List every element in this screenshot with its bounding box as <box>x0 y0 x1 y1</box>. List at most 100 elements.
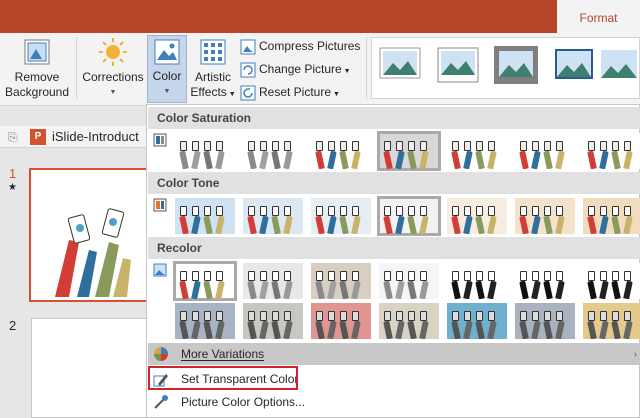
phone-shape <box>272 206 279 216</box>
hand-shape <box>451 215 461 234</box>
hand-shape <box>519 215 529 234</box>
color-variation-thumb[interactable] <box>379 303 439 339</box>
hand-shape <box>259 280 269 299</box>
color-variation-thumb[interactable] <box>515 198 575 234</box>
color-button[interactable]: Color ▼ <box>147 35 187 103</box>
color-variation-thumb[interactable] <box>175 198 235 234</box>
phone-shape <box>452 311 459 321</box>
picture-style-thumb[interactable] <box>552 46 596 84</box>
picture-style-thumb[interactable] <box>378 46 422 84</box>
color-variation-thumb[interactable] <box>175 133 235 169</box>
hand-shape <box>351 215 361 234</box>
phone-shape <box>612 141 619 151</box>
hand-shape <box>419 280 429 299</box>
phone-shape <box>520 206 527 216</box>
color-variation-thumb[interactable] <box>447 133 507 169</box>
slide-2-thumbnail[interactable] <box>31 318 148 418</box>
hand-shape <box>599 215 609 234</box>
color-variation-thumb[interactable] <box>583 263 640 299</box>
hand-shape <box>259 150 269 169</box>
color-variation-thumb[interactable] <box>243 133 303 169</box>
hand-shape <box>611 320 621 339</box>
color-variation-thumb[interactable] <box>447 263 507 299</box>
color-variation-thumb[interactable] <box>311 133 371 169</box>
picture-style-thumb[interactable] <box>598 46 638 84</box>
color-variation-thumb[interactable] <box>175 303 235 339</box>
reset-picture-button[interactable]: Reset Picture ▼ <box>240 82 340 102</box>
remove-background-button[interactable]: Remove Background <box>2 37 72 100</box>
file-tab-label: iSlide-Introduct <box>52 129 139 144</box>
color-variation-thumb[interactable] <box>173 261 237 301</box>
hand-shape <box>315 320 325 339</box>
color-saturation-header: Color Saturation <box>148 107 640 129</box>
phone-shape <box>600 206 607 216</box>
color-variation-thumb[interactable] <box>243 263 303 299</box>
picture-color-options-item[interactable]: Picture Color Options... <box>148 391 640 413</box>
ribbon: Remove Background Corrections ▼ Color ▼ <box>0 33 640 106</box>
hand-shape <box>247 280 257 299</box>
phone-shape <box>192 141 199 151</box>
phone-shape <box>352 311 359 321</box>
color-picture-icon <box>154 39 180 65</box>
color-variation-thumb[interactable] <box>377 131 441 171</box>
file-tab[interactable]: ⎘ P iSlide-Introduct <box>0 126 148 148</box>
phone-shape <box>216 141 223 151</box>
hand-shape <box>543 320 553 339</box>
color-saturation-icon <box>153 133 167 147</box>
color-variation-thumb[interactable] <box>515 263 575 299</box>
phone-shape <box>204 311 211 321</box>
hand-shape <box>475 215 485 234</box>
tab-format[interactable]: Format <box>557 0 640 33</box>
phone-shape <box>488 271 495 281</box>
hand-shape <box>315 215 325 234</box>
hand-shape <box>543 150 553 169</box>
color-variation-thumb[interactable] <box>583 133 640 169</box>
color-variation-thumb[interactable] <box>515 303 575 339</box>
artistic-effects-icon <box>200 39 226 65</box>
phone-shape <box>600 311 607 321</box>
phone-shape <box>340 206 347 216</box>
hand-shape <box>271 280 281 299</box>
color-variation-thumb[interactable] <box>311 303 371 339</box>
compress-pictures-button[interactable]: Compress Pictures <box>240 36 360 56</box>
color-variation-thumb[interactable] <box>243 303 303 339</box>
corrections-button[interactable]: Corrections ▼ <box>80 37 146 100</box>
color-variation-thumb[interactable] <box>447 198 507 234</box>
reset-picture-icon <box>240 85 256 101</box>
hand-shape <box>587 150 597 169</box>
hand-shape <box>611 280 621 299</box>
hand-shape <box>543 215 553 234</box>
color-variation-thumb[interactable] <box>311 263 371 299</box>
color-variation-thumb[interactable] <box>583 198 640 234</box>
chevron-down-icon: ▼ <box>331 91 340 98</box>
phone-shape <box>272 271 279 281</box>
phone-shape <box>260 141 267 151</box>
phone-shape <box>588 206 595 216</box>
color-variation-thumb[interactable] <box>515 133 575 169</box>
change-picture-button[interactable]: Change Picture ▼ <box>240 59 351 79</box>
hand-shape <box>383 215 393 234</box>
picture-style-thumb[interactable] <box>436 46 480 84</box>
more-variations-item[interactable]: More Variations › <box>148 343 640 365</box>
color-variation-thumb[interactable] <box>377 196 441 236</box>
phone-shape <box>384 311 391 321</box>
color-variation-thumb[interactable] <box>583 303 640 339</box>
color-variation-thumb[interactable] <box>379 263 439 299</box>
artistic-effects-button[interactable]: Artistic Effects ▼ <box>189 37 237 102</box>
hand-shape <box>555 150 565 169</box>
picture-style-thumb[interactable] <box>494 46 538 84</box>
phone-shape <box>272 311 279 321</box>
phone-shape <box>600 271 607 281</box>
phone-shape <box>396 311 403 321</box>
phone-shape <box>260 271 267 281</box>
hand-shape <box>179 320 189 339</box>
color-variation-thumb[interactable] <box>311 198 371 234</box>
hand-shape <box>519 150 529 169</box>
color-variation-thumb[interactable] <box>447 303 507 339</box>
color-variation-thumb[interactable] <box>243 198 303 234</box>
hand-shape <box>271 150 281 169</box>
slide-1-thumbnail[interactable] <box>29 168 148 302</box>
phone-shape <box>420 271 427 281</box>
hand-shape <box>351 320 361 339</box>
phone-shape <box>180 206 187 216</box>
